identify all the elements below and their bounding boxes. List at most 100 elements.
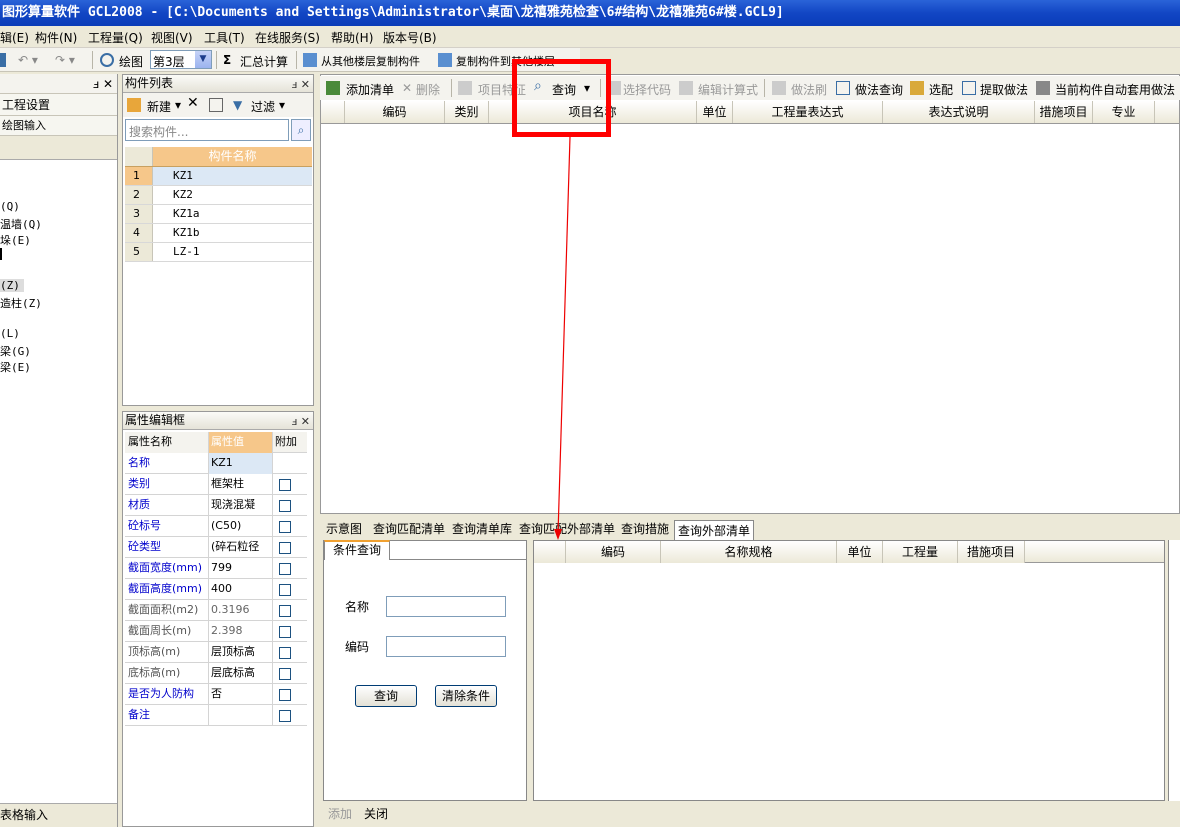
add-button[interactable]: 添加 <box>328 805 352 822</box>
menu-edit[interactable]: 辑(E) <box>0 29 29 46</box>
menu-version[interactable]: 版本号(B) <box>383 29 437 46</box>
redo-icon[interactable]: ↷ ▾ <box>55 53 75 67</box>
tree-item[interactable]: (L) <box>0 327 20 340</box>
tree-item[interactable]: 梁(E) <box>0 359 31 375</box>
property-value[interactable]: (碎石粒径 <box>209 537 273 558</box>
method-brush-button[interactable]: 做法刷 <box>791 81 827 98</box>
property-row[interactable]: 是否为人防构否 <box>125 684 307 705</box>
condition-query-tab[interactable]: 条件查询 <box>324 540 390 560</box>
tab-diagram[interactable]: 示意图 <box>326 520 362 537</box>
property-row[interactable]: 截面面积(m2) 0.3196 <box>125 600 307 621</box>
draw-button[interactable]: 绘图 <box>119 53 143 70</box>
tree-item[interactable]: 温墙(Q) <box>0 216 42 232</box>
tree-item[interactable]: 垛(E) <box>0 232 31 248</box>
pin-close-icon[interactable]: ⅎ ✕ <box>291 413 310 430</box>
edit-formula-button[interactable]: 编辑计算式 <box>698 81 758 98</box>
auto-apply-button[interactable]: 当前构件自动套用做法 <box>1055 81 1175 98</box>
property-value[interactable]: 2.398 <box>209 621 273 642</box>
component-row[interactable]: 3 KZ1a <box>125 205 312 224</box>
sum-button[interactable]: 汇总计算 <box>240 53 288 70</box>
right-splitter[interactable] <box>1168 540 1180 801</box>
property-value[interactable]: (C50) <box>209 516 273 537</box>
property-value[interactable]: 框架柱 <box>209 474 273 495</box>
property-row[interactable]: 材质 现浇混凝 <box>125 495 307 516</box>
component-row[interactable]: 2 KZ2 <box>125 186 312 205</box>
drawing-input-tab[interactable]: 绘图输入 <box>0 116 117 136</box>
tab-query-measures[interactable]: 查询措施 <box>621 520 669 537</box>
delete-icon[interactable]: ✕ <box>187 95 199 111</box>
property-row[interactable]: 名称 KZ1 <box>125 453 307 474</box>
property-row[interactable]: 备注 <box>125 705 307 726</box>
extra-checkbox[interactable] <box>279 605 291 617</box>
property-value[interactable] <box>209 705 273 726</box>
pin-close-icon[interactable]: ⅎ ✕ <box>291 76 310 93</box>
tree-item[interactable]: (Q) <box>0 200 20 213</box>
undo-icon[interactable]: ↶ ▾ <box>18 53 38 67</box>
component-row[interactable]: 5 LZ-1 <box>125 243 312 262</box>
name-field[interactable] <box>386 596 506 617</box>
menu-component[interactable]: 构件(N) <box>35 29 77 46</box>
extra-checkbox[interactable] <box>279 668 291 680</box>
property-row[interactable]: 类别 框架柱 <box>125 474 307 495</box>
property-row[interactable]: 截面高度(mm) 400 <box>125 579 307 600</box>
tab-match-bill[interactable]: 查询匹配清单 <box>373 520 445 537</box>
chevron-down-icon[interactable]: ▼ <box>195 51 211 68</box>
tree-item-selected[interactable]: (Z) <box>0 279 24 292</box>
tab-match-external-bill[interactable]: 查询匹配外部清单 <box>519 520 615 537</box>
new-button[interactable]: 新建 <box>147 98 171 115</box>
select-code-button[interactable]: 选择代码 <box>623 81 671 98</box>
property-row[interactable]: 底标高(m) 层底标高 <box>125 663 307 684</box>
code-field[interactable] <box>386 636 506 657</box>
property-value[interactable]: 层顶标高 <box>209 642 273 663</box>
tree-item[interactable]: 梁(G) <box>0 343 31 359</box>
match-button[interactable]: 选配 <box>929 81 953 98</box>
filter-button[interactable]: 过滤 <box>251 98 275 115</box>
extra-checkbox[interactable] <box>279 710 291 722</box>
tab-bill-library[interactable]: 查询清单库 <box>452 520 512 537</box>
component-search-input[interactable]: 搜索构件... <box>125 119 289 141</box>
new-dropdown-icon[interactable]: ▾ <box>175 98 181 112</box>
property-row[interactable]: 截面周长(m) 2.398 <box>125 621 307 642</box>
extra-checkbox[interactable] <box>279 479 291 491</box>
clear-condition-button[interactable]: 清除条件 <box>435 685 497 707</box>
floor-select[interactable]: 第3层 ▼ <box>150 50 212 69</box>
property-row[interactable]: 砼类型 (碎石粒径 <box>125 537 307 558</box>
property-value[interactable]: 层底标高 <box>209 663 273 684</box>
close-button[interactable]: 关闭 <box>364 805 388 822</box>
menu-view[interactable]: 视图(V) <box>151 29 193 46</box>
project-settings-tab[interactable]: 工程设置 <box>0 94 117 116</box>
menu-quantity[interactable]: 工程量(Q) <box>88 29 143 46</box>
property-row[interactable]: 砼标号 (C50) <box>125 516 307 537</box>
tree-item[interactable]: 造柱(Z) <box>0 295 42 311</box>
query-submit-button[interactable]: 查询 <box>355 685 417 707</box>
tab-query-external-bill[interactable]: 查询外部清单 <box>674 520 755 540</box>
method-query-button[interactable]: 做法查询 <box>855 81 903 98</box>
extra-checkbox[interactable] <box>279 689 291 701</box>
property-row[interactable]: 顶标高(m) 层顶标高 <box>125 642 307 663</box>
property-value[interactable]: 0.3196 <box>209 600 273 621</box>
extract-method-button[interactable]: 提取做法 <box>980 81 1028 98</box>
search-icon[interactable]: ⌕ <box>291 119 311 141</box>
property-value[interactable]: 现浇混凝 <box>209 495 273 516</box>
filter-dropdown-icon[interactable]: ▾ <box>279 98 285 112</box>
property-value[interactable]: 否 <box>209 684 273 705</box>
copy-from-floor-button[interactable]: 从其他楼层复制构件 <box>321 53 420 69</box>
menu-online[interactable]: 在线服务(S) <box>255 29 320 46</box>
property-value[interactable]: 400 <box>209 579 273 600</box>
extra-checkbox[interactable] <box>279 584 291 596</box>
copy-icon[interactable] <box>209 98 223 112</box>
property-value[interactable]: KZ1 <box>209 453 273 474</box>
property-value[interactable]: 799 <box>209 558 273 579</box>
extra-checkbox[interactable] <box>279 626 291 638</box>
component-row[interactable]: 1 KZ1 <box>125 167 312 186</box>
extra-checkbox[interactable] <box>279 647 291 659</box>
component-row[interactable]: 4 KZ1b <box>125 224 312 243</box>
property-row[interactable]: 截面宽度(mm) 799 <box>125 558 307 579</box>
extra-checkbox[interactable] <box>279 542 291 554</box>
delete-button[interactable]: 删除 <box>416 81 440 98</box>
menu-help[interactable]: 帮助(H) <box>331 29 373 46</box>
extra-checkbox[interactable] <box>279 521 291 533</box>
menu-tools[interactable]: 工具(T) <box>204 29 245 46</box>
extra-checkbox[interactable] <box>279 563 291 575</box>
add-bill-button[interactable]: 添加清单 <box>346 81 394 98</box>
